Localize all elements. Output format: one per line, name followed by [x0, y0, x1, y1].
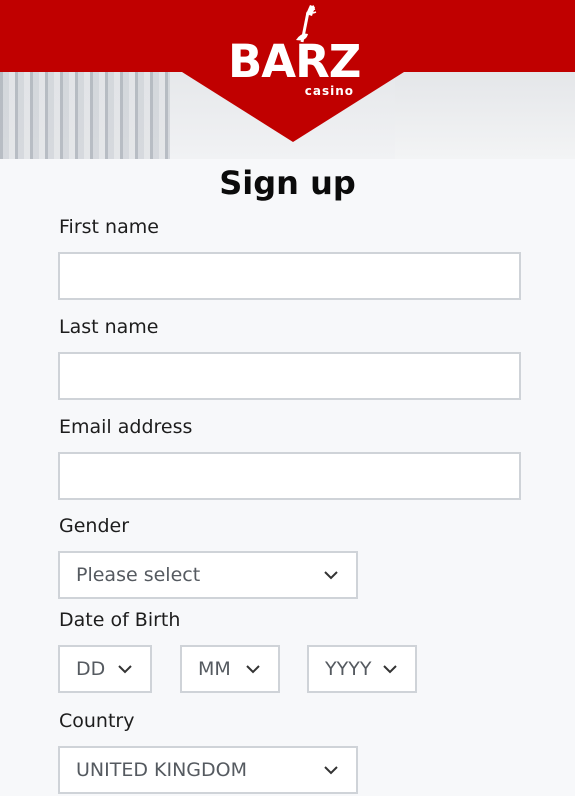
- chevron-down-icon: [324, 570, 338, 579]
- dob-year-value: YYYY: [325, 658, 372, 680]
- header-banner: BARZ casino: [0, 0, 575, 159]
- country-label: Country: [59, 710, 135, 732]
- chevron-down-icon: [246, 664, 260, 673]
- logo-subtext: casino: [304, 84, 354, 98]
- email-label: Email address: [59, 416, 193, 438]
- email-field[interactable]: [58, 452, 521, 500]
- dob-label: Date of Birth: [59, 609, 181, 631]
- gender-selected-value: Please select: [76, 564, 201, 586]
- country-selected-value: UNITED KINGDOM: [76, 759, 247, 781]
- dob-month-select[interactable]: MM: [180, 645, 280, 693]
- first-name-label: First name: [59, 216, 159, 238]
- dob-month-value: MM: [198, 658, 231, 680]
- chevron-down-icon: [118, 664, 132, 673]
- first-name-field[interactable]: [58, 252, 521, 300]
- dob-day-value: DD: [76, 658, 106, 680]
- logo-text: BARZ: [228, 35, 361, 88]
- gender-select[interactable]: Please select: [58, 551, 358, 599]
- chevron-down-icon: [383, 664, 397, 673]
- dob-day-select[interactable]: DD: [58, 645, 152, 693]
- brand-logo[interactable]: BARZ casino: [228, 4, 361, 104]
- last-name-label: Last name: [59, 316, 159, 338]
- chevron-down-icon: [324, 765, 338, 774]
- page-title: Sign up: [219, 164, 356, 202]
- gender-label: Gender: [59, 515, 130, 537]
- last-name-field[interactable]: [58, 352, 521, 400]
- dob-year-select[interactable]: YYYY: [307, 645, 417, 693]
- country-select[interactable]: UNITED KINGDOM: [58, 746, 358, 794]
